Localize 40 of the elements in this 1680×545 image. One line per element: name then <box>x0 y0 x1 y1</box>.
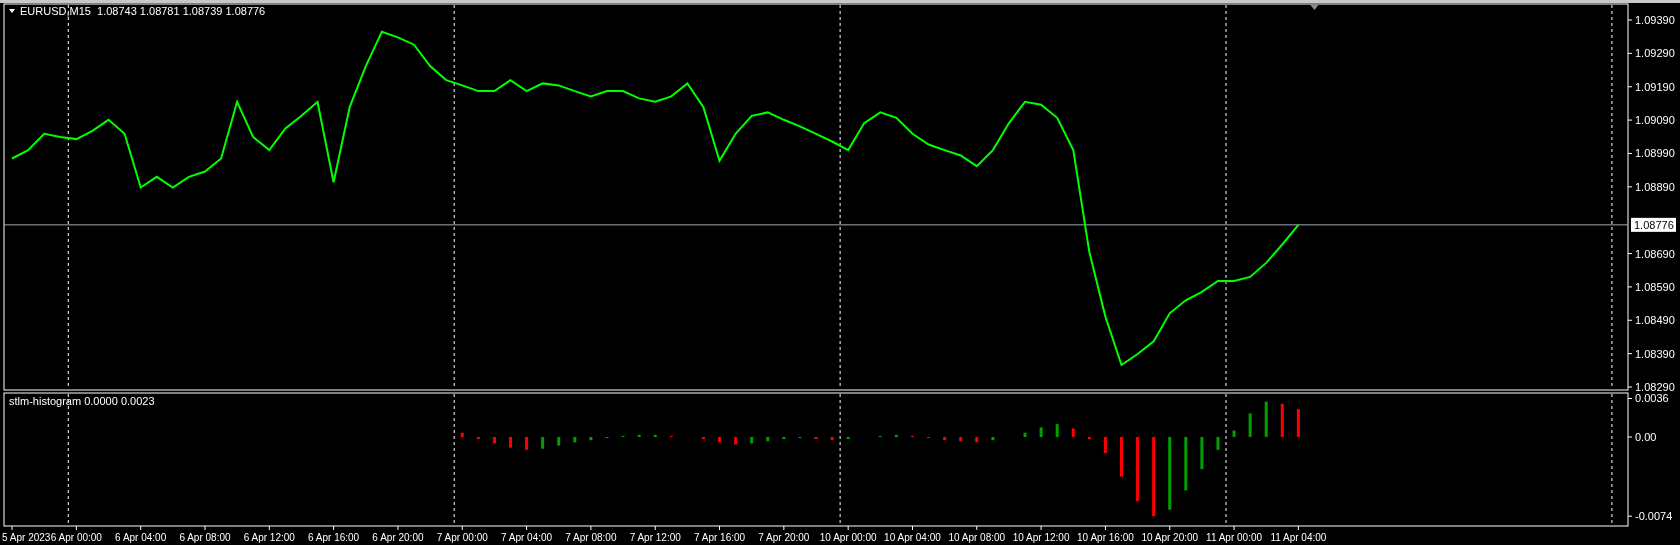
time-axis-label: 6 Apr 12:00 <box>243 532 295 543</box>
indicator-axis-label: 0.0036 <box>1635 392 1669 405</box>
indicator-axis-label: 0.00 <box>1635 431 1657 443</box>
time-axis-label: 7 Apr 16:00 <box>693 532 746 543</box>
price-axis-label: 1.08990 <box>1635 147 1675 160</box>
price-axis-label: 1.09390 <box>1635 14 1675 26</box>
price-axis-label: 1.08290 <box>1635 381 1675 391</box>
time-axis-label: 10 Apr 20:00 <box>1141 532 1199 543</box>
time-axis-label: 11 Apr 00:00 <box>1206 532 1263 543</box>
time-axis-label: 7 Apr 20:00 <box>758 532 810 543</box>
time-axis-label: 7 Apr 12:00 <box>629 532 681 543</box>
price-axis-label: 1.08890 <box>1635 180 1675 193</box>
time-axis-label: 6 Apr 04:00 <box>115 532 167 543</box>
time-axis-label: 6 Apr 08:00 <box>179 532 231 543</box>
time-axis-label: 10 Apr 12:00 <box>1012 532 1070 543</box>
current-price-label: 1.08776 <box>1631 217 1676 232</box>
time-axis-label: 7 Apr 04:00 <box>501 532 553 543</box>
time-axis-label: 7 Apr 00:00 <box>436 532 488 543</box>
time-axis-label: 10 Apr 04:00 <box>884 532 941 543</box>
price-axis-label: 1.08690 <box>1635 247 1675 260</box>
time-axis-label: 10 Apr 16:00 <box>1077 532 1134 543</box>
chart-title: EURUSD,M15 1.08743 1.08781 1.08739 1.08776 <box>20 5 266 17</box>
indicator-axis-label: -0.0074 <box>1635 510 1673 523</box>
time-axis-label: 11 Apr 04:00 <box>1270 532 1327 543</box>
time-axis-label: 7 Apr 08:00 <box>565 532 617 543</box>
time-axis-label: 10 Apr 08:00 <box>948 532 1006 543</box>
price-axis-label: 1.09090 <box>1635 114 1675 127</box>
time-axis-label: 5 Apr 2023 <box>2 532 51 543</box>
time-axis-label: 10 Apr 00:00 <box>819 532 877 543</box>
shift-marker-icon[interactable] <box>1310 5 1319 10</box>
price-axis-label: 1.09290 <box>1635 47 1675 60</box>
price-axis-label: 1.08390 <box>1635 347 1675 360</box>
indicator-title: stlm-histogram 0.0000 0.0023 <box>9 395 155 407</box>
price-axis-label: 1.08590 <box>1635 280 1675 293</box>
price-axis-label: 1.09190 <box>1635 80 1675 93</box>
time-axis-label: 6 Apr 00:00 <box>50 532 102 543</box>
time-axis-label: 6 Apr 16:00 <box>308 532 360 543</box>
price-axis-label: 1.08490 <box>1635 314 1675 327</box>
time-axis-label: 6 Apr 20:00 <box>372 532 424 543</box>
dropdown-triangle-icon[interactable] <box>9 9 15 13</box>
